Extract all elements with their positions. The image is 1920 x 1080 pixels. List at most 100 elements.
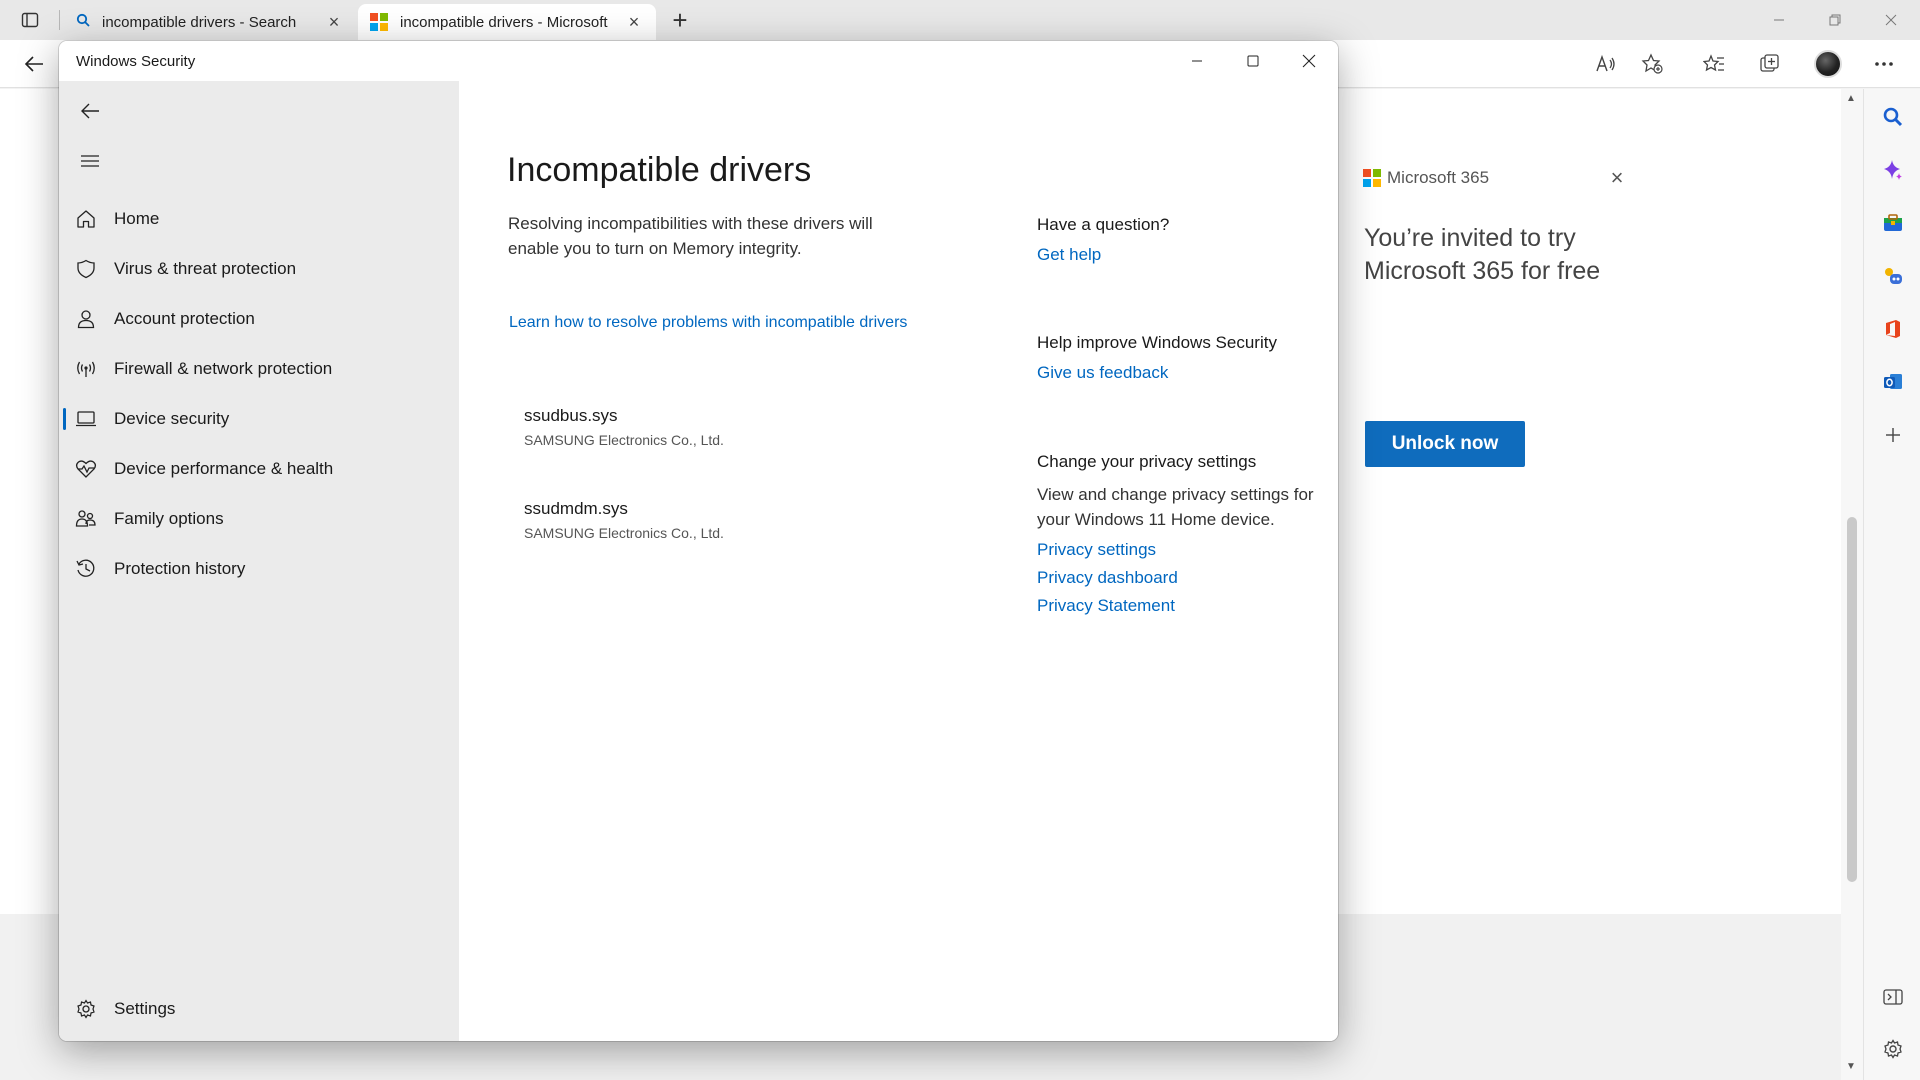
browser-tab-bar: incompatible drivers - Search × incompat…	[0, 0, 1920, 40]
close-icon[interactable]	[1281, 41, 1337, 81]
nav-item-home[interactable]: Home	[63, 197, 455, 241]
copilot-sparkle-icon[interactable]	[1878, 155, 1908, 185]
page-scrollbar[interactable]: ▲ ▼	[1841, 89, 1863, 1080]
back-arrow-icon[interactable]	[69, 93, 111, 129]
home-icon	[72, 205, 100, 233]
add-sidebar-app-icon[interactable]	[1878, 420, 1908, 450]
main-content: Incompatible drivers Resolving incompati…	[459, 81, 1338, 1041]
browser-restore-icon[interactable]	[1807, 0, 1863, 40]
scroll-down-icon[interactable]: ▼	[1846, 1061, 1856, 1072]
learn-resolve-link[interactable]: Learn how to resolve problems with incom…	[509, 311, 929, 335]
windows-security-window: Windows Security Home Virus & threat pro…	[59, 41, 1338, 1041]
profile-avatar[interactable]	[1810, 48, 1846, 80]
help-section: Have a question? Get help	[1037, 215, 1337, 265]
give-feedback-link[interactable]: Give us feedback	[1037, 363, 1337, 383]
maximize-icon[interactable]	[1225, 41, 1281, 81]
brand-label: Microsoft 365	[1387, 168, 1490, 187]
nav-item-protection-history[interactable]: Protection history	[63, 547, 455, 591]
driver-list-item: ssudmdm.sys SAMSUNG Electronics Co., Ltd…	[524, 499, 884, 541]
unlock-now-button[interactable]: Unlock now	[1365, 421, 1525, 467]
nav-item-label: Device performance & health	[114, 459, 334, 478]
driver-list-item: ssudbus.sys SAMSUNG Electronics Co., Ltd…	[524, 406, 884, 448]
privacy-statement-link[interactable]: Privacy Statement	[1037, 596, 1337, 616]
tab-actions-icon[interactable]	[12, 6, 48, 34]
microsoft-logo-icon	[370, 13, 388, 31]
window-titlebar[interactable]: Windows Security	[59, 41, 1338, 81]
family-icon	[72, 505, 100, 533]
improve-heading: Help improve Windows Security	[1037, 333, 1277, 352]
nav-item-label: Protection history	[114, 559, 246, 578]
privacy-section: Change your privacy settings View and ch…	[1037, 452, 1337, 616]
games-icon[interactable]	[1878, 261, 1908, 291]
window-title: Windows Security	[76, 53, 196, 70]
browser-tab-search[interactable]: incompatible drivers - Search ×	[64, 4, 356, 40]
scrollbar-thumb[interactable]	[1847, 517, 1857, 882]
nav-item-label: Account protection	[114, 309, 255, 328]
gear-icon	[72, 995, 100, 1023]
page-title: Incompatible drivers	[507, 151, 812, 189]
add-favorite-icon[interactable]	[1634, 48, 1670, 80]
nav-item-label: Device security	[114, 409, 230, 428]
nav-item-device-security[interactable]: Device security	[63, 397, 455, 441]
history-icon	[72, 555, 100, 583]
browser-close-icon[interactable]	[1863, 0, 1919, 40]
search-icon[interactable]	[1878, 102, 1908, 132]
office-icon[interactable]	[1878, 314, 1908, 344]
close-tab-icon[interactable]: ×	[324, 12, 344, 32]
navigation-pane: Home Virus & threat protection Account p…	[59, 81, 459, 1041]
sidebar-settings-icon[interactable]	[1878, 1034, 1908, 1064]
privacy-description: View and change privacy settings for you…	[1037, 485, 1314, 529]
privacy-settings-link[interactable]: Privacy settings	[1037, 540, 1337, 560]
minimize-icon[interactable]	[1169, 41, 1225, 81]
privacy-dashboard-link[interactable]: Privacy dashboard	[1037, 568, 1337, 588]
nav-item-label: Virus & threat protection	[114, 259, 297, 278]
collections-icon[interactable]	[1752, 48, 1788, 80]
browser-back-icon[interactable]	[16, 48, 52, 80]
shield-icon	[72, 255, 100, 283]
nav-item-device-performance[interactable]: Device performance & health	[63, 447, 455, 491]
question-heading: Have a question?	[1037, 215, 1170, 234]
get-help-link[interactable]: Get help	[1037, 245, 1337, 265]
new-tab-button[interactable]: +	[664, 5, 696, 35]
microsoft-365-brand: Microsoft 365	[1363, 168, 1489, 188]
nav-item-account-protection[interactable]: Account protection	[63, 297, 455, 341]
browser-tab-microsoft[interactable]: incompatible drivers - Microsoft ×	[358, 4, 656, 40]
driver-name: ssudmdm.sys	[524, 499, 628, 518]
driver-vendor: SAMSUNG Electronics Co., Ltd.	[524, 432, 724, 448]
privacy-heading: Change your privacy settings	[1037, 452, 1257, 471]
promo-headline: You’re invited to try Microsoft 365 for …	[1364, 224, 1601, 285]
page-description: Resolving incompatibilities with these d…	[508, 214, 873, 258]
favorites-icon[interactable]	[1696, 48, 1732, 80]
nav-item-settings[interactable]: Settings	[63, 987, 455, 1031]
nav-item-label: Home	[114, 209, 160, 228]
tab-separator	[59, 10, 60, 30]
outlook-icon[interactable]	[1878, 367, 1908, 397]
feedback-section: Help improve Windows Security Give us fe…	[1037, 333, 1337, 383]
tab-title: incompatible drivers - Search	[102, 13, 297, 31]
person-icon	[72, 305, 100, 333]
edge-sidebar	[1863, 89, 1920, 1080]
more-options-icon[interactable]	[1866, 48, 1902, 80]
hamburger-menu-icon[interactable]	[69, 143, 111, 179]
microsoft-logo-icon	[1363, 169, 1381, 187]
heart-pulse-icon	[72, 455, 100, 483]
scroll-up-icon[interactable]: ▲	[1846, 93, 1856, 104]
antenna-icon	[72, 355, 100, 383]
search-icon	[76, 13, 90, 31]
settings-label: Settings	[114, 999, 176, 1018]
nav-item-firewall[interactable]: Firewall & network protection	[63, 347, 455, 391]
nav-item-virus-threat[interactable]: Virus & threat protection	[63, 247, 455, 291]
read-aloud-icon[interactable]	[1588, 48, 1624, 80]
shopping-bag-icon[interactable]	[1878, 208, 1908, 238]
laptop-icon	[72, 405, 100, 433]
driver-name: ssudbus.sys	[524, 406, 618, 425]
nav-item-family-options[interactable]: Family options	[63, 497, 455, 541]
close-promo-icon[interactable]: ×	[1603, 164, 1631, 192]
nav-item-label: Firewall & network protection	[114, 359, 333, 378]
driver-vendor: SAMSUNG Electronics Co., Ltd.	[524, 525, 724, 541]
hide-sidebar-icon[interactable]	[1878, 982, 1908, 1012]
nav-item-label: Family options	[114, 509, 224, 528]
tab-title: incompatible drivers - Microsoft	[400, 13, 608, 31]
browser-minimize-icon[interactable]	[1751, 0, 1807, 40]
close-tab-icon[interactable]: ×	[624, 12, 644, 32]
